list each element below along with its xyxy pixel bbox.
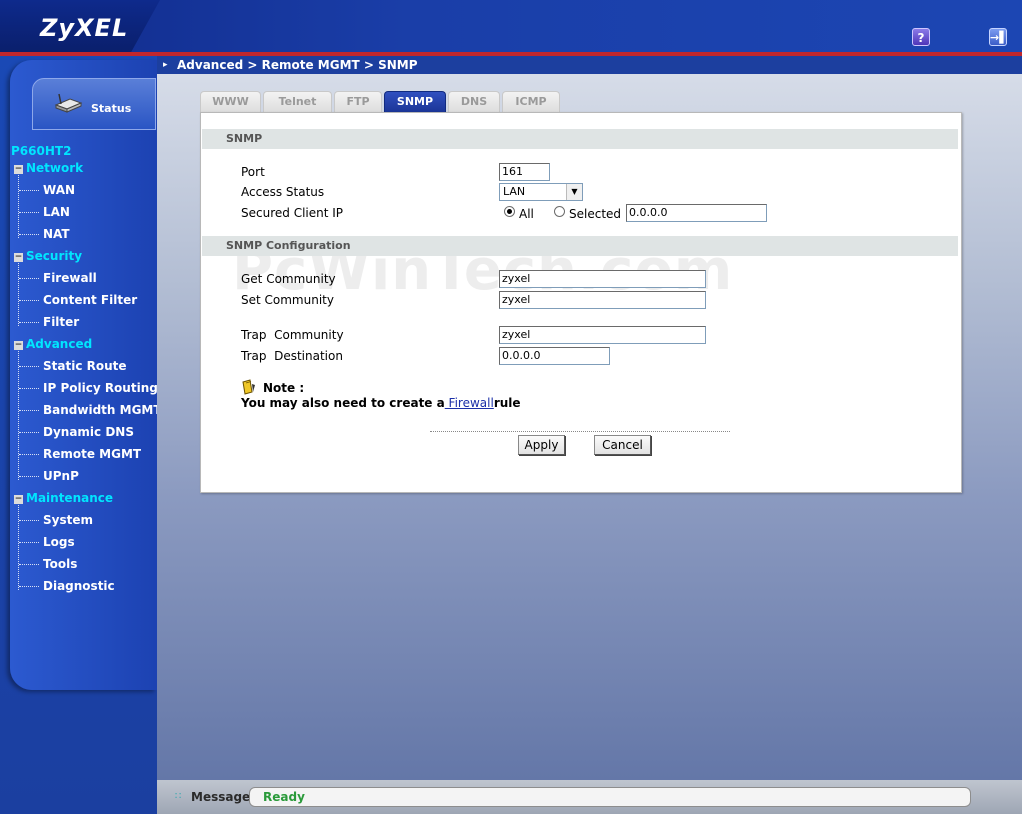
apply-button[interactable]: Apply	[518, 435, 565, 455]
note-icon	[241, 379, 257, 395]
router-icon	[53, 91, 83, 113]
help-icon[interactable]: ?	[912, 28, 930, 46]
radio-all-label: All	[519, 207, 534, 221]
note-text: You may also need to create a Firewallru…	[241, 396, 521, 410]
nav-category-network[interactable]: − Network	[14, 161, 83, 175]
sidebar-item-remote-mgmt[interactable]: Remote MGMT	[43, 447, 141, 461]
status-label: Status	[91, 102, 132, 115]
sidebar-item-dynamic-dns[interactable]: Dynamic DNS	[43, 425, 134, 439]
sidebar-item-logs[interactable]: Logs	[43, 535, 75, 549]
sidebar-item-ip-policy-routing[interactable]: IP Policy Routing	[43, 381, 158, 395]
sidebar-item-system[interactable]: System	[43, 513, 93, 527]
chevron-down-icon: ▼	[566, 184, 582, 200]
sidebar-item-static-route[interactable]: Static Route	[43, 359, 127, 373]
sidebar-item-filter[interactable]: Filter	[43, 315, 79, 329]
sidebar-item-lan[interactable]: LAN	[43, 205, 70, 219]
collapse-icon[interactable]: −	[14, 253, 23, 262]
breadcrumb-arrow-icon: ▸	[163, 60, 168, 70]
message-icon: ∷	[175, 791, 181, 802]
set-community-label: Set Community	[241, 293, 334, 307]
breadcrumb: Advanced > Remote MGMT > SNMP	[177, 58, 418, 72]
trap-destination-input[interactable]: 0.0.0.0	[499, 347, 610, 365]
tab-snmp[interactable]: SNMP	[384, 91, 446, 113]
access-status-value: LAN	[503, 185, 526, 198]
logout-icon[interactable]: →▌	[989, 28, 1008, 46]
collapse-icon[interactable]: −	[14, 165, 23, 174]
firewall-link[interactable]: Firewall	[445, 396, 494, 410]
section-title-snmp-configuration: SNMP Configuration	[202, 236, 958, 256]
sidebar-item-diagnostic[interactable]: Diagnostic	[43, 579, 115, 593]
get-community-input[interactable]: zyxel	[499, 270, 706, 288]
tab-telnet[interactable]: Telnet	[263, 91, 332, 113]
tab-ftp[interactable]: FTP	[334, 91, 382, 113]
access-status-select[interactable]: LAN ▼	[499, 183, 583, 201]
get-community-label: Get Community	[241, 272, 336, 286]
message-label: Message	[191, 790, 251, 804]
status-tab[interactable]: Status	[32, 78, 156, 130]
note-title: Note :	[263, 381, 305, 395]
radio-selected-label: Selected	[569, 207, 622, 221]
tab-icmp[interactable]: ICMP	[502, 91, 560, 113]
zyxel-logo: ZyXEL	[40, 14, 129, 42]
sidebar-item-nat[interactable]: NAT	[43, 227, 70, 241]
tab-dns[interactable]: DNS	[448, 91, 500, 113]
sidebar-item-content-filter[interactable]: Content Filter	[43, 293, 137, 307]
set-community-input[interactable]: zyxel	[499, 291, 706, 309]
cancel-button[interactable]: Cancel	[594, 435, 651, 455]
tree-line	[18, 502, 19, 590]
message-text: Ready	[263, 790, 305, 804]
tree-line	[18, 348, 19, 480]
port-label: Port	[241, 165, 265, 179]
trap-community-input[interactable]: zyxel	[499, 326, 706, 344]
tab-www[interactable]: WWW	[200, 91, 261, 113]
access-status-label: Access Status	[241, 185, 325, 199]
collapse-icon[interactable]: −	[14, 341, 23, 350]
sidebar-item-upnp[interactable]: UPnP	[43, 469, 79, 483]
nav-category-maintenance[interactable]: − Maintenance	[14, 491, 113, 505]
section-title-snmp: SNMP	[202, 129, 958, 149]
sidebar-item-bandwidth-mgmt[interactable]: Bandwidth MGMT	[43, 403, 162, 417]
top-header: ZyXEL ? →▌	[0, 0, 1022, 52]
sidebar-item-wan[interactable]: WAN	[43, 183, 75, 197]
tree-line	[18, 172, 19, 238]
trap-community-label: Trap Community	[241, 328, 344, 342]
trap-destination-label: Trap Destination	[241, 349, 343, 363]
port-input[interactable]: 161	[499, 163, 550, 181]
sidebar-item-firewall[interactable]: Firewall	[43, 271, 97, 285]
device-model: P660HT2	[11, 144, 72, 158]
radio-selected[interactable]	[554, 206, 565, 217]
divider	[430, 431, 730, 432]
collapse-icon[interactable]: −	[14, 495, 23, 504]
selected-ip-input[interactable]: 0.0.0.0	[626, 204, 767, 222]
nav-category-advanced[interactable]: − Advanced	[14, 337, 92, 351]
nav-category-security[interactable]: − Security	[14, 249, 82, 263]
message-box	[249, 787, 971, 807]
secured-client-ip-label: Secured Client IP	[241, 206, 344, 220]
tree-line	[18, 260, 19, 326]
sidebar-item-tools[interactable]: Tools	[43, 557, 77, 571]
radio-all[interactable]	[504, 206, 515, 217]
